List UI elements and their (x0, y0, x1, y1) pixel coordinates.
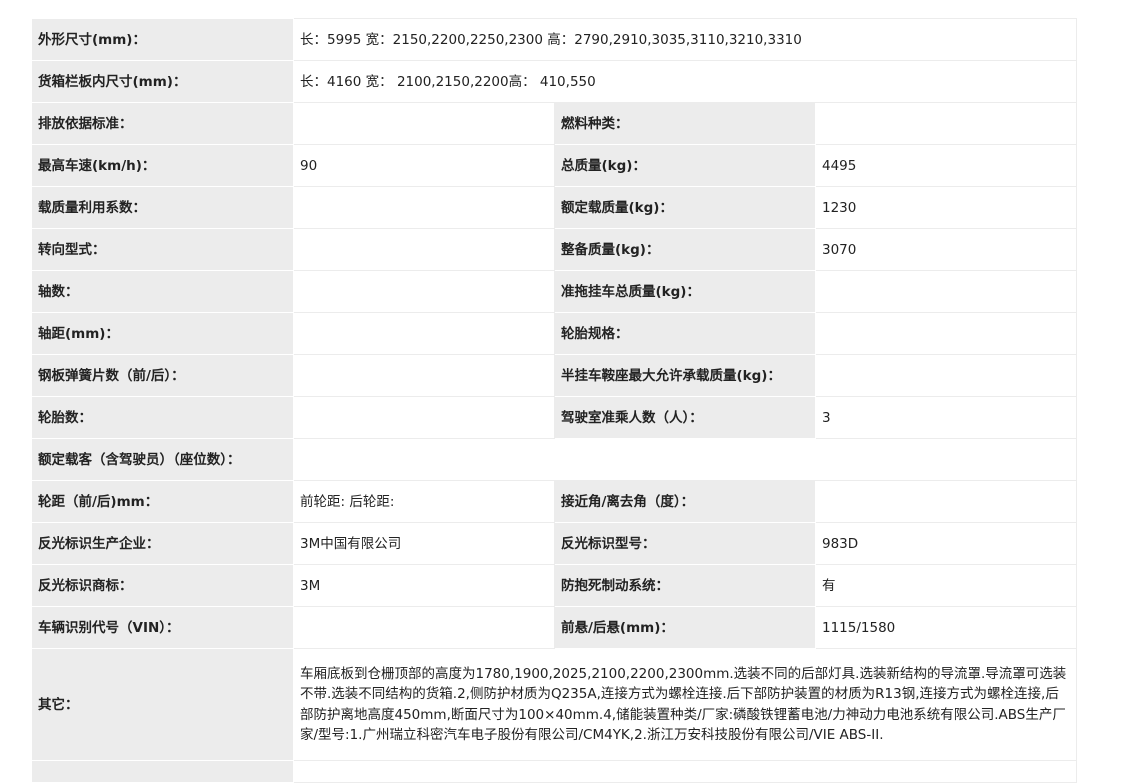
value-reflector-model: 983D (814, 522, 1078, 565)
label-emission-standard: 排放依据标准： (31, 102, 294, 145)
vehicle-spec-table: 外形尺寸(mm)： 长：5995 宽：2150,2200,2250,2300 高… (31, 18, 1078, 783)
label-reflector-brand: 反光标识商标： (31, 564, 294, 607)
value-rated-load: 1230 (814, 186, 1078, 229)
spec-row-spring-saddle: 钢板弹簧片数（前/后）： 半挂车鞍座最大允许承载质量(kg)： (31, 354, 1078, 397)
label-rated-load: 额定载质量(kg)： (554, 186, 816, 229)
value-cab-capacity: 3 (814, 396, 1078, 439)
label-total-mass: 总质量(kg)： (554, 144, 816, 187)
spec-row-dimensions: 外形尺寸(mm)： 长：5995 宽：2150,2200,2250,2300 高… (31, 18, 1078, 61)
value-steering-type (293, 228, 555, 271)
value-tire-spec (814, 312, 1078, 355)
label-cab-capacity: 驾驶室准乘人数（人）： (554, 396, 816, 439)
label-tire-spec: 轮胎规格： (554, 312, 816, 355)
label-reflector-manufacturer: 反光标识生产企业： (31, 522, 294, 565)
value-fuel-type (814, 102, 1078, 145)
value-tire-count (293, 396, 555, 439)
spec-row-track-angle: 轮距（前/后)mm： 前轮距: 后轮距: 接近角/离去角（度）： (31, 480, 1078, 523)
label-vin: 车辆识别代号（VIN）： (31, 606, 294, 649)
value-abs: 有 (814, 564, 1078, 607)
label-fuel-type: 燃料种类： (554, 102, 816, 145)
value-wheelbase (293, 312, 555, 355)
label-leaf-spring-count: 钢板弹簧片数（前/后）： (31, 354, 294, 397)
label-overall-dimensions: 外形尺寸(mm)： (31, 18, 294, 61)
spec-row-wheelbase-tire: 轴距(mm)： 轮胎规格： (31, 312, 1078, 355)
spec-row-emission-fuel: 排放依据标准： 燃料种类： (31, 102, 1078, 145)
value-saddle-load (814, 354, 1078, 397)
value-track-width: 前轮距: 后轮距: (293, 480, 555, 523)
label-abs: 防抱死制动系统： (554, 564, 816, 607)
spec-row-load: 载质量利用系数： 额定载质量(kg)： 1230 (31, 186, 1078, 229)
value-overhang: 1115/1580 (814, 606, 1078, 649)
label-curb-mass: 整备质量(kg)： (554, 228, 816, 271)
value-overall-dimensions: 长：5995 宽：2150,2200,2250,2300 高：2790,2910… (292, 18, 1078, 61)
value-reflector-manufacturer: 3M中国有限公司 (293, 522, 555, 565)
value-leaf-spring-count (293, 354, 555, 397)
label-load-coefficient: 载质量利用系数： (31, 186, 294, 229)
label-tire-count: 轮胎数： (31, 396, 294, 439)
partial-label-cell (31, 760, 294, 783)
spec-row-other: 其它： 车厢底板到仓栅顶部的高度为1780,1900,2025,2100,220… (31, 648, 1078, 761)
label-overhang: 前悬/后悬(mm)： (554, 606, 816, 649)
spec-row-reflector-maker: 反光标识生产企业： 3M中国有限公司 反光标识型号： 983D (31, 522, 1078, 565)
value-axle-count (293, 270, 555, 313)
spec-row-tires-cab: 轮胎数： 驾驶室准乘人数（人）： 3 (31, 396, 1078, 439)
label-track-width: 轮距（前/后)mm： (31, 480, 294, 523)
label-reflector-model: 反光标识型号： (554, 522, 816, 565)
spec-row-vin-overhang: 车辆识别代号（VIN）： 前悬/后悬(mm)： 1115/1580 (31, 606, 1078, 649)
spec-row-speed-mass: 最高车速(km/h)： 90 总质量(kg)： 4495 (31, 144, 1078, 187)
value-emission-standard (293, 102, 555, 145)
value-total-mass: 4495 (814, 144, 1078, 187)
value-reflector-brand: 3M (293, 564, 555, 607)
label-axle-count: 轴数： (31, 270, 294, 313)
value-approach-departure-angle (814, 480, 1078, 523)
label-trailer-mass: 准拖挂车总质量(kg)： (554, 270, 816, 313)
label-saddle-load: 半挂车鞍座最大允许承载质量(kg)： (554, 354, 816, 397)
value-max-speed: 90 (293, 144, 555, 187)
value-load-coefficient (293, 186, 555, 229)
value-trailer-mass (814, 270, 1078, 313)
spec-row-cargo-box: 货箱栏板内尺寸(mm)： 长：4160 宽： 2100,2150,2200高： … (31, 60, 1078, 103)
label-approach-departure-angle: 接近角/离去角（度）： (554, 480, 816, 523)
label-wheelbase: 轴距(mm)： (31, 312, 294, 355)
label-steering-type: 转向型式： (31, 228, 294, 271)
spec-row-partial (31, 760, 1078, 783)
value-rated-passengers (292, 438, 1078, 481)
label-max-speed: 最高车速(km/h)： (31, 144, 294, 187)
partial-value-cell (292, 760, 1078, 783)
spec-row-passengers: 额定载客（含驾驶员）（座位数）： (31, 438, 1078, 481)
label-other: 其它： (31, 648, 294, 761)
value-vin (293, 606, 555, 649)
label-rated-passengers: 额定载客（含驾驶员）（座位数）： (31, 438, 294, 481)
spec-row-steering-curb: 转向型式： 整备质量(kg)： 3070 (31, 228, 1078, 271)
value-other-notes: 车厢底板到仓栅顶部的高度为1780,1900,2025,2100,2200,23… (292, 648, 1078, 761)
value-curb-mass: 3070 (814, 228, 1078, 271)
value-cargo-box-dimensions: 长：4160 宽： 2100,2150,2200高： 410,550 (292, 60, 1078, 103)
spec-row-reflector-brand: 反光标识商标： 3M 防抱死制动系统： 有 (31, 564, 1078, 607)
label-cargo-box-dimensions: 货箱栏板内尺寸(mm)： (31, 60, 294, 103)
spec-row-axles-trailer: 轴数： 准拖挂车总质量(kg)： (31, 270, 1078, 313)
